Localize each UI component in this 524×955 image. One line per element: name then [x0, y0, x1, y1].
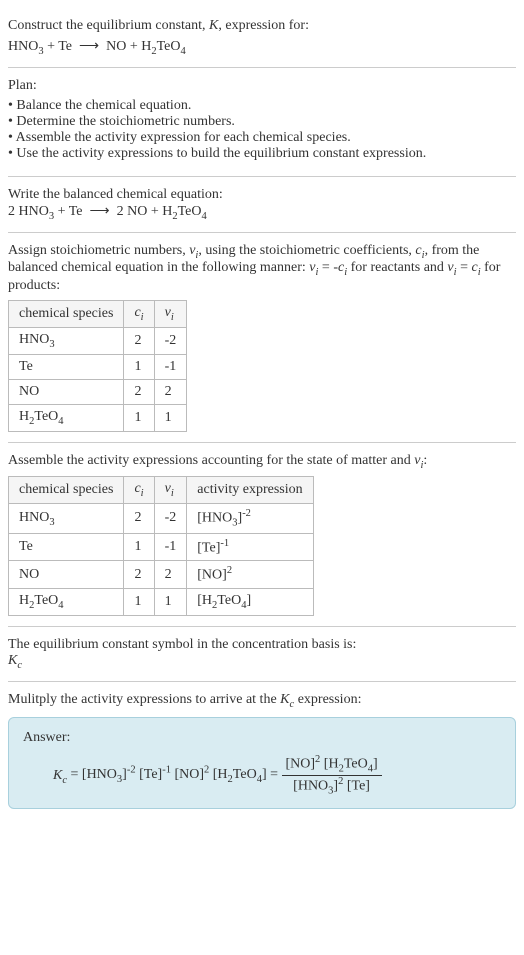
- plan-item: Assemble the activity expression for eac…: [8, 130, 516, 146]
- stoich-table: chemical species ci νi HNO3 2 -2 Te 1 -1…: [8, 300, 187, 431]
- cell-vi: -2: [154, 504, 187, 533]
- answer-fraction: [NO]2 [H2TeO4] [HNO3]2 [Te]: [282, 754, 382, 796]
- answer-box: Answer: Kc = [HNO3]-2 [Te]-1 [NO]2 [H2Te…: [8, 717, 516, 809]
- activity-table: chemical species ci νi activity expressi…: [8, 476, 314, 615]
- table-row: HNO3 2 -2: [9, 327, 187, 354]
- symbol-title: The equilibrium constant symbol in the c…: [8, 637, 516, 653]
- answer-label: Answer:: [23, 730, 501, 746]
- cell-vi: 1: [154, 588, 187, 615]
- stoich-intro: Assign stoichiometric numbers, νi, using…: [8, 243, 516, 295]
- construct-title: Construct the equilibrium constant, K, e…: [8, 18, 516, 34]
- cell-activity: [Te]-1: [187, 533, 313, 561]
- cell-ci: 2: [124, 504, 154, 533]
- table-header-row: chemical species ci νi: [9, 301, 187, 328]
- cell-vi: 2: [154, 379, 187, 404]
- cell-vi: 1: [154, 404, 187, 431]
- cell-activity: [NO]2: [187, 561, 313, 589]
- cell-ci: 1: [124, 588, 154, 615]
- header-section: Construct the equilibrium constant, K, e…: [8, 8, 516, 68]
- table-row: H2TeO4 1 1 [H2TeO4]: [9, 588, 314, 615]
- cell-species: HNO3: [9, 504, 124, 533]
- multiply-title: Mulitply the activity expressions to arr…: [8, 692, 516, 710]
- cell-vi: -2: [154, 327, 187, 354]
- balanced-equation: 2 HNO3 + Te ⟶ 2 NO + H2TeO4: [8, 203, 516, 222]
- table-row: NO 2 2 [NO]2: [9, 561, 314, 589]
- plan-title: Plan:: [8, 78, 516, 94]
- col-vi: νi: [154, 301, 187, 328]
- table-row: HNO3 2 -2 [HNO3]-2: [9, 504, 314, 533]
- multiply-section: Mulitply the activity expressions to arr…: [8, 682, 516, 820]
- cell-ci: 1: [124, 404, 154, 431]
- plan-item: Determine the stoichiometric numbers.: [8, 114, 516, 130]
- table-row: H2TeO4 1 1: [9, 404, 187, 431]
- balanced-title: Write the balanced chemical equation:: [8, 187, 516, 203]
- symbol-value: Kc: [8, 653, 516, 671]
- activity-section: Assemble the activity expressions accoun…: [8, 443, 516, 627]
- plan-item: Use the activity expressions to build th…: [8, 146, 516, 162]
- col-vi: νi: [154, 477, 187, 504]
- cell-species: HNO3: [9, 327, 124, 354]
- table-row: Te 1 -1: [9, 354, 187, 379]
- col-species: chemical species: [9, 477, 124, 504]
- plan-list: Balance the chemical equation. Determine…: [8, 98, 516, 162]
- cell-ci: 1: [124, 354, 154, 379]
- cell-species: H2TeO4: [9, 404, 124, 431]
- answer-numerator: [NO]2 [H2TeO4]: [282, 754, 382, 775]
- cell-ci: 2: [124, 327, 154, 354]
- cell-species: NO: [9, 561, 124, 589]
- cell-vi: 2: [154, 561, 187, 589]
- table-row: NO 2 2: [9, 379, 187, 404]
- cell-activity: [H2TeO4]: [187, 588, 313, 615]
- answer-denominator: [HNO3]2 [Te]: [282, 776, 382, 796]
- col-species: chemical species: [9, 301, 124, 328]
- col-activity: activity expression: [187, 477, 313, 504]
- answer-expression: Kc = [HNO3]-2 [Te]-1 [NO]2 [H2TeO4] = [N…: [23, 754, 501, 796]
- cell-species: H2TeO4: [9, 588, 124, 615]
- table-header-row: chemical species ci νi activity expressi…: [9, 477, 314, 504]
- cell-activity: [HNO3]-2: [187, 504, 313, 533]
- cell-ci: 2: [124, 561, 154, 589]
- unbalanced-equation: HNO3 + Te ⟶ NO + H2TeO4: [8, 38, 516, 57]
- table-row: Te 1 -1 [Te]-1: [9, 533, 314, 561]
- cell-species: NO: [9, 379, 124, 404]
- activity-intro: Assemble the activity expressions accoun…: [8, 453, 516, 471]
- cell-ci: 1: [124, 533, 154, 561]
- plan-item: Balance the chemical equation.: [8, 98, 516, 114]
- plan-section: Plan: Balance the chemical equation. Det…: [8, 68, 516, 177]
- cell-vi: -1: [154, 533, 187, 561]
- col-ci: ci: [124, 477, 154, 504]
- stoich-section: Assign stoichiometric numbers, νi, using…: [8, 233, 516, 443]
- col-ci: ci: [124, 301, 154, 328]
- cell-species: Te: [9, 354, 124, 379]
- balanced-section: Write the balanced chemical equation: 2 …: [8, 177, 516, 233]
- cell-species: Te: [9, 533, 124, 561]
- cell-vi: -1: [154, 354, 187, 379]
- symbol-section: The equilibrium constant symbol in the c…: [8, 627, 516, 682]
- cell-ci: 2: [124, 379, 154, 404]
